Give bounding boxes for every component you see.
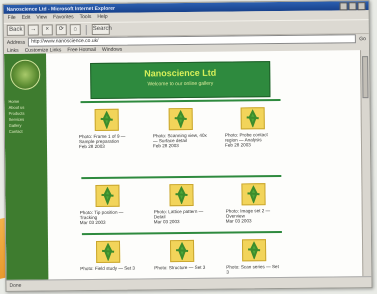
- card-date: Feb 28 2003: [78, 144, 105, 150]
- gallery-card[interactable]: Photo: Scanning view, 40x — Surface deta…: [152, 107, 210, 169]
- thumbnail[interactable]: [169, 239, 195, 263]
- search-button[interactable]: Search: [91, 23, 112, 35]
- main-panel: Nanoscience Ltd Welcome to our online ga…: [50, 50, 363, 280]
- address-label: Address: [6, 39, 26, 46]
- scrollbar-thumb[interactable]: [362, 56, 369, 99]
- menu-favorites[interactable]: Favorites: [53, 14, 74, 21]
- card-date: Mar 03 2003: [153, 219, 180, 225]
- card-date: Feb 28 2003: [152, 143, 179, 149]
- gallery-card[interactable]: Photo: Structure — Set 3: [154, 239, 211, 281]
- menu-tools[interactable]: Tools: [80, 14, 92, 21]
- browser-window: Nanoscience Ltd - Microsoft Internet Exp…: [2, 0, 373, 292]
- menu-help[interactable]: Help: [97, 14, 107, 21]
- thumbnail[interactable]: [169, 183, 194, 207]
- gallery-card[interactable]: Photo: Image set 2 — Overview Mar 03 200…: [225, 183, 282, 244]
- thumbnail[interactable]: [94, 108, 119, 131]
- card-caption[interactable]: Photo: Scan series — Set 3: [226, 264, 282, 275]
- maximize-button[interactable]: [348, 1, 357, 10]
- gallery-card[interactable]: Photo: Lattice pattern — Detail Mar 03 2…: [153, 183, 210, 245]
- thumbnail[interactable]: [241, 183, 266, 206]
- card-caption[interactable]: Photo: Probe contact region — Analysis: [225, 132, 281, 143]
- menu-file[interactable]: File: [8, 15, 16, 22]
- divider: [81, 175, 282, 180]
- window-controls: [339, 1, 366, 10]
- thumbnail[interactable]: [168, 107, 193, 131]
- sidebar-nav: Home About us Products Services Gallery …: [8, 99, 42, 135]
- thumbnail[interactable]: [95, 240, 121, 263]
- menu-edit[interactable]: Edit: [22, 15, 31, 22]
- card-date: Mar 03 2003: [79, 220, 106, 226]
- vertical-scrollbar[interactable]: [360, 50, 372, 278]
- home-button[interactable]: ⌂: [69, 24, 81, 36]
- gallery-card[interactable]: Photo: Probe contact region — Analysis F…: [225, 107, 282, 168]
- gallery-card[interactable]: Photo: Field study — Set 3: [80, 240, 137, 281]
- toolbar-separator: [85, 24, 87, 35]
- card-caption[interactable]: Photo: Tip position — Tracking: [80, 210, 136, 221]
- thumbnail[interactable]: [240, 107, 265, 130]
- site-banner: Nanoscience Ltd Welcome to our online ga…: [90, 61, 271, 100]
- forward-button[interactable]: →: [27, 24, 39, 36]
- card-caption[interactable]: Photo: Field study — Set 3: [80, 266, 136, 272]
- go-button[interactable]: Go: [359, 36, 366, 42]
- close-button[interactable]: [357, 1, 366, 10]
- refresh-button[interactable]: ⟳: [55, 24, 67, 36]
- card-date: Feb 28 2003: [224, 142, 251, 149]
- card-caption[interactable]: Photo: Image set 2 — Overview: [226, 208, 282, 219]
- gallery-card[interactable]: Photo: Scan series — Set 3: [226, 239, 283, 281]
- card-caption[interactable]: Photo: Scanning view, 40x — Surface deta…: [153, 133, 209, 144]
- back-button[interactable]: Back: [6, 24, 25, 36]
- card-caption[interactable]: Photo: Lattice pattern — Detail: [154, 209, 210, 220]
- stop-button[interactable]: ×: [41, 24, 53, 36]
- gallery-card[interactable]: Photo: Tip position — Tracking Mar 03 20…: [79, 184, 136, 246]
- card-caption[interactable]: Photo: Frame 1 of 9 — Sample preparation: [79, 134, 135, 145]
- banner-subtitle: Welcome to our online gallery: [147, 80, 214, 88]
- page-content: Home About us Products Services Gallery …: [4, 50, 364, 281]
- divider: [80, 99, 281, 104]
- gallery-card[interactable]: Photo: Frame 1 of 9 — Sample preparation…: [78, 108, 136, 170]
- sidebar-item-contact[interactable]: Contact: [9, 129, 43, 135]
- card-caption[interactable]: Photo: Structure — Set 3: [154, 265, 210, 271]
- menu-view[interactable]: View: [36, 14, 47, 21]
- site-logo[interactable]: [10, 59, 41, 90]
- site-sidebar: Home About us Products Services Gallery …: [4, 53, 49, 281]
- status-text: Done: [9, 282, 22, 289]
- thumbnail[interactable]: [95, 184, 120, 207]
- card-date: Mar 03 2003: [225, 218, 252, 225]
- banner-title: Nanoscience Ltd: [144, 67, 217, 79]
- thumbnail[interactable]: [241, 239, 267, 262]
- minimize-button[interactable]: [339, 1, 348, 10]
